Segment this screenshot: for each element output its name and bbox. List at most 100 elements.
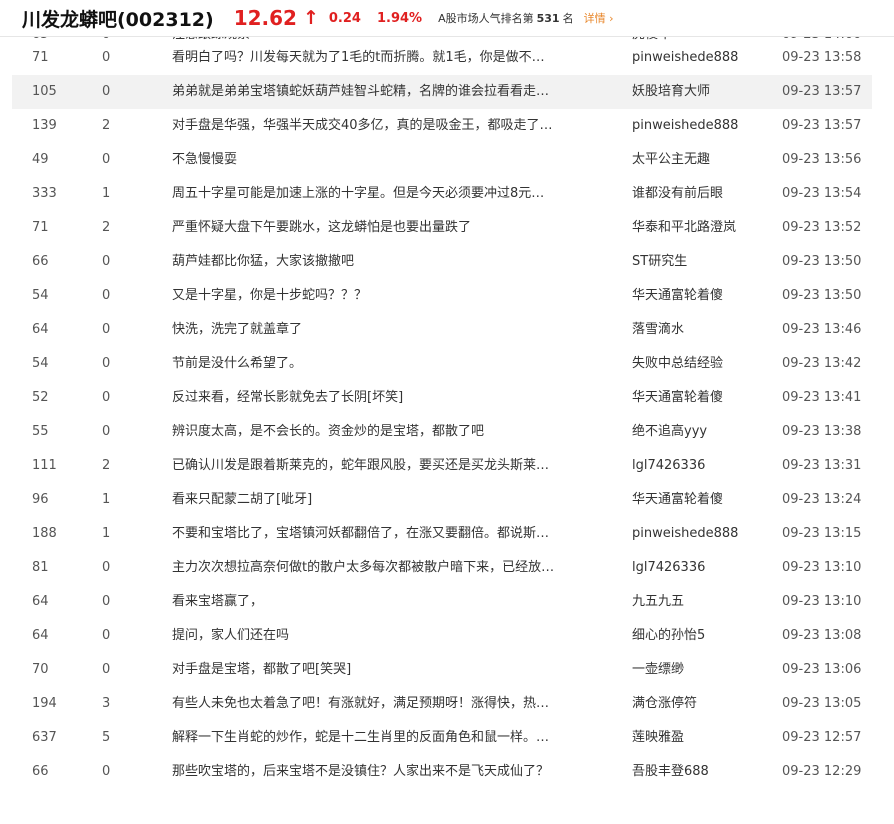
post-row[interactable]: 64 0 快洗，洗完了就盖章了 落雪滴水 09-23 13:46: [12, 313, 872, 347]
author-link[interactable]: 满仓涨停符: [632, 687, 772, 721]
post-time: 09-23 13:10: [782, 594, 862, 609]
post-time: 09-23 12:29: [782, 764, 862, 779]
post-row[interactable]: 64 0 看来宝塔赢了， 九五九五 09-23 13:10: [12, 585, 872, 619]
post-title-link[interactable]: 已确认川发是跟着斯莱克的，蛇年跟风股，要买还是买龙头斯莱…: [172, 449, 612, 483]
post-title-link[interactable]: 看明白了吗？川发每天就为了1毛的t而折腾。就1毛，你是做不…: [172, 41, 612, 75]
post-row[interactable]: 333 1 周五十字星可能是加速上涨的十字星。但是今天必须要冲过8元… 谁都没有前后眼…: [12, 177, 872, 211]
post-row[interactable]: 81 0 主力次次想拉高奈何做t的散户太多每次都被散户暗下来，已经放… lgl7426…: [12, 551, 872, 585]
post-row[interactable]: 71 0 看明白了吗？川发每天就为了1毛的t而折腾。就1毛，你是做不… pinweis…: [12, 41, 872, 75]
read-count: 81: [32, 560, 49, 575]
post-row[interactable]: 70 0 对手盘是宝塔，都散了吧[笑哭] 一壶缥缈 09-23 13:06: [12, 653, 872, 687]
author-link[interactable]: 落雪滴水: [632, 313, 772, 347]
post-title-link[interactable]: 葫芦娃都比你猛，大家该撤撤吧: [172, 245, 612, 279]
post-row[interactable]: 55 0 辨识度太高，是不会长的。资金炒的是宝塔，都散了吧 绝不追高yyy 09-23 …: [12, 415, 872, 449]
reply-count: 2: [102, 220, 111, 235]
author-link[interactable]: 华泰和平北路澄岚: [632, 211, 772, 245]
post-title-link[interactable]: 快洗，洗完了就盖章了: [172, 313, 612, 347]
post-title-link[interactable]: 有些人未免也太着急了吧！有涨就好，满足预期呀！涨得快，热…: [172, 687, 612, 721]
post-time: 09-23 13:42: [782, 356, 862, 371]
post-title-link[interactable]: 那些吹宝塔的，后来宝塔不是没镇住？人家出来不是飞天成仙了？: [172, 755, 612, 789]
read-count: 55: [32, 424, 49, 439]
post-title-link[interactable]: 看来只配蒙二胡了[呲牙]: [172, 483, 612, 517]
reply-count: 1: [102, 526, 111, 541]
post-row[interactable]: 139 2 对手盘是华强，华强半天成交40多亿，真的是吸金王，都吸走了… pinwei…: [12, 109, 872, 143]
reply-count: 3: [102, 696, 111, 711]
post-time: 09-23 13:57: [782, 84, 862, 99]
post-title-link[interactable]: 不急慢慢耍: [172, 143, 612, 177]
author-link[interactable]: 绝不追高yyy: [632, 415, 772, 449]
post-row[interactable]: 96 1 看来只配蒙二胡了[呲牙] 华天通富轮着傻 09-23 13:24: [12, 483, 872, 517]
post-row[interactable]: 637 5 解释一下生肖蛇的炒作，蛇是十二生肖里的反面角色和鼠一样。… 莲映雅盈 09-…: [12, 721, 872, 755]
reply-count: 0: [102, 288, 111, 303]
post-row[interactable]: 71 2 严重怀疑大盘下午要跳水，这龙蟒怕是也要出量跌了 华泰和平北路澄岚 09-23 …: [12, 211, 872, 245]
post-row[interactable]: 54 0 节前是没什么希望了。 失败中总结经验 09-23 13:42: [12, 347, 872, 381]
post-row[interactable]: 64 0 提问，家人们还在吗 细心的孙怡5 09-23 13:08: [12, 619, 872, 653]
author-link[interactable]: 九五九五: [632, 585, 772, 619]
reply-count: 0: [102, 560, 111, 575]
post-title-link[interactable]: 对手盘是华强，华强半天成交40多亿，真的是吸金王，都吸走了…: [172, 109, 612, 143]
post-row[interactable]: 54 0 又是十字星，你是十步蛇吗？？？ 华天通富轮着傻 09-23 13:50: [12, 279, 872, 313]
author-link[interactable]: 莲映雅盈: [632, 721, 772, 755]
post-row[interactable]: 188 1 不要和宝塔比了，宝塔镇河妖都翻倍了，在涨又要翻倍。都说斯… pinweis…: [12, 517, 872, 551]
reply-count: 0: [102, 628, 111, 643]
author-link[interactable]: 华天通富轮着傻: [632, 483, 772, 517]
read-count: 52: [32, 390, 49, 405]
post-time: 09-23 13:58: [782, 50, 862, 65]
post-row[interactable]: 111 2 已确认川发是跟着斯莱克的，蛇年跟风股，要买还是买龙头斯莱… lgl7426…: [12, 449, 872, 483]
forum-title[interactable]: 川发龙蟒吧(002312): [22, 5, 214, 32]
post-title-link[interactable]: 解释一下生肖蛇的炒作，蛇是十二生肖里的反面角色和鼠一样。…: [172, 721, 612, 755]
author-link[interactable]: pinweishede888: [632, 41, 772, 75]
post-title-link[interactable]: 又是十字星，你是十步蛇吗？？？: [172, 279, 612, 313]
read-count: 139: [32, 118, 57, 133]
author-link[interactable]: 太平公主无趣: [632, 143, 772, 177]
post-title-link[interactable]: 辨识度太高，是不会长的。资金炒的是宝塔，都散了吧: [172, 415, 612, 449]
post-title-link[interactable]: 主力次次想拉高奈何做t的散户太多每次都被散户暗下来，已经放…: [172, 551, 612, 585]
post-row[interactable]: 66 0 那些吹宝塔的，后来宝塔不是没镇住？人家出来不是飞天成仙了？ 吾股丰登688 0…: [12, 755, 872, 789]
post-time: 09-23 13:50: [782, 288, 862, 303]
post-row[interactable]: 105 0 弟弟就是弟弟宝塔镇蛇妖葫芦娃智斗蛇精，名牌的谁会拉看看走… 妖股培育大师 0…: [12, 75, 872, 109]
post-time: 09-23 13:05: [782, 696, 862, 711]
post-time: 09-23 13:38: [782, 424, 862, 439]
author-link[interactable]: 谁都没有前后眼: [632, 177, 772, 211]
read-count: 66: [32, 764, 49, 779]
stock-header: 川发龙蟒吧(002312) 12.62 ↑ 0.24 1.94% A股市场人气排…: [0, 0, 894, 37]
author-link[interactable]: lgl7426336: [632, 449, 772, 483]
author-link[interactable]: 一壶缥缈: [632, 653, 772, 687]
post-time: 09-23 13:31: [782, 458, 862, 473]
author-link[interactable]: 妖股培育大师: [632, 75, 772, 109]
reply-count: 0: [102, 662, 111, 677]
post-title-link[interactable]: 看来宝塔赢了，: [172, 585, 612, 619]
post-title-link[interactable]: 对手盘是宝塔，都散了吧[笑哭]: [172, 653, 612, 687]
reply-count: 0: [102, 152, 111, 167]
post-row[interactable]: 49 0 不急慢慢耍 太平公主无趣 09-23 13:56: [12, 143, 872, 177]
author-link[interactable]: pinweishede888: [632, 109, 772, 143]
author-link[interactable]: 华天通富轮着傻: [632, 381, 772, 415]
post-title-link[interactable]: 提问，家人们还在吗: [172, 619, 612, 653]
post-row[interactable]: 52 0 反过来看，经常长影就免去了长阴[坏笑] 华天通富轮着傻 09-23 13:41: [12, 381, 872, 415]
author-link[interactable]: 失败中总结经验: [632, 347, 772, 381]
author-link[interactable]: 华天通富轮着傻: [632, 279, 772, 313]
reply-count: 5: [102, 730, 111, 745]
post-title-link[interactable]: 节前是没什么希望了。: [172, 347, 612, 381]
post-time: 09-23 13:50: [782, 254, 862, 269]
post-title-link[interactable]: 弟弟就是弟弟宝塔镇蛇妖葫芦娃智斗蛇精，名牌的谁会拉看看走…: [172, 75, 612, 109]
post-time: 09-23 13:08: [782, 628, 862, 643]
post-row[interactable]: 66 0 葫芦娃都比你猛，大家该撤撤吧 ST研究生 09-23 13:50: [12, 245, 872, 279]
post-title-link[interactable]: 反过来看，经常长影就免去了长阴[坏笑]: [172, 381, 612, 415]
read-count: 64: [32, 594, 49, 609]
post-title-link[interactable]: 不要和宝塔比了，宝塔镇河妖都翻倍了，在涨又要翻倍。都说斯…: [172, 517, 612, 551]
author-link[interactable]: 细心的孙怡5: [632, 619, 772, 653]
price-change: 0.24: [328, 10, 361, 26]
author-link[interactable]: ST研究生: [632, 245, 772, 279]
author-link[interactable]: lgl7426336: [632, 551, 772, 585]
post-time: 09-23 13:57: [782, 118, 862, 133]
post-title-link[interactable]: 严重怀疑大盘下午要跳水，这龙蟒怕是也要出量跌了: [172, 211, 612, 245]
author-link[interactable]: pinweishede888: [632, 517, 772, 551]
details-link[interactable]: 详情 ›: [584, 10, 614, 26]
post-row[interactable]: 194 3 有些人未免也太着急了吧！有涨就好，满足预期呀！涨得快，热… 满仓涨停符 09…: [12, 687, 872, 721]
read-count: 64: [32, 322, 49, 337]
post-time: 09-23 13:56: [782, 152, 862, 167]
reply-count: 0: [102, 424, 111, 439]
post-title-link[interactable]: 周五十字星可能是加速上涨的十字星。但是今天必须要冲过8元…: [172, 177, 612, 211]
author-link[interactable]: 吾股丰登688: [632, 755, 772, 789]
